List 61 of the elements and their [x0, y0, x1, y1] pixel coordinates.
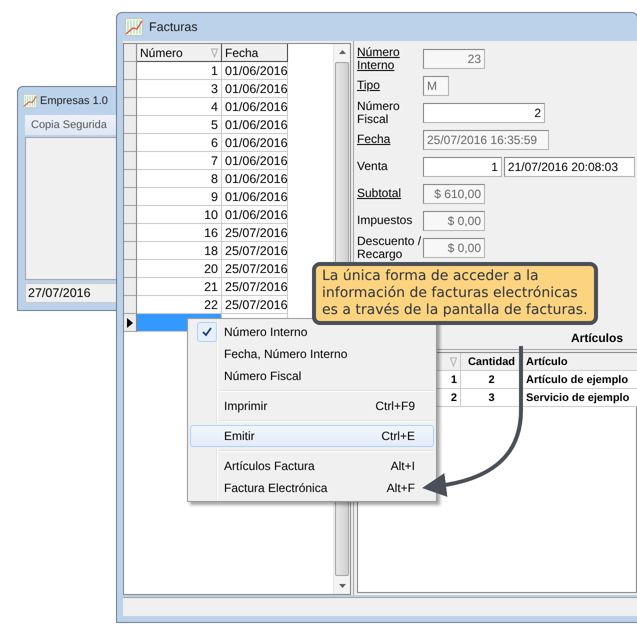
table-cell: 01/06/2016	[222, 188, 288, 206]
table-cell: 21	[137, 278, 222, 296]
scroll-up-icon	[338, 50, 346, 54]
sort-icon	[450, 356, 457, 366]
menu-item[interactable]: Factura Electrónica Alt+F	[190, 477, 434, 499]
table-cell: 01/06/2016	[222, 98, 288, 116]
field-label: Subtotal	[357, 187, 402, 200]
table-cell: 9	[137, 188, 222, 206]
table-cell: 8	[137, 170, 222, 188]
table-cell: 10	[137, 206, 222, 224]
app-icon	[23, 94, 37, 108]
table-cell: 01/06/2016	[222, 80, 288, 98]
scroll-down-icon	[338, 584, 346, 588]
column-header[interactable]: Artículo	[523, 353, 637, 371]
table-cell: 4	[137, 98, 222, 116]
table-cell: 3	[137, 80, 222, 98]
row-header[interactable]	[124, 314, 137, 332]
table-cell: 6	[137, 134, 222, 152]
table-cell: 16	[137, 224, 222, 242]
table-cell: 01/06/2016	[222, 206, 288, 224]
menu-item[interactable]: Emitir Ctrl+E	[190, 425, 434, 447]
table-cell: 5	[137, 116, 222, 134]
field-label: Número Fiscal	[357, 100, 401, 126]
table-cell: 25/07/2016	[222, 242, 288, 260]
field-label: Número Interno	[357, 46, 401, 72]
table-cell: 25/07/2016	[222, 278, 288, 296]
table-cell: Artículo de ejemplo	[523, 371, 637, 389]
menu-item[interactable]: Artículos Factura Alt+I	[190, 455, 434, 477]
table-cell: 01/06/2016	[222, 152, 288, 170]
table-cell: 18	[137, 242, 222, 260]
table-cell: 20	[137, 260, 222, 278]
column-header[interactable]: Fecha	[222, 44, 288, 62]
field-label: Venta	[357, 160, 389, 173]
menu-item[interactable]: Fecha, Número Interno	[190, 343, 434, 365]
app-icon	[125, 18, 143, 36]
table-cell: 01/06/2016	[222, 170, 288, 188]
table-cell: 7	[137, 152, 222, 170]
table-cell: Servicio de ejemplo	[523, 389, 637, 407]
table-cell: 25/07/2016	[222, 296, 288, 314]
input-field[interactable]: 1	[423, 156, 502, 176]
sort-icon	[211, 48, 218, 58]
table-cell: 22	[137, 296, 222, 314]
field-label: Fecha	[357, 133, 392, 146]
column-header[interactable]: Número	[137, 44, 222, 62]
table-cell: 25/07/2016	[222, 260, 288, 278]
table-cell: 25/07/2016	[222, 224, 288, 242]
field-label: Descuento / Recargo	[357, 234, 422, 260]
table-cell: 1	[137, 62, 222, 80]
field-label: Impuestos	[357, 214, 414, 227]
status-date: 27/07/2016	[25, 283, 119, 303]
input-field[interactable]: 21/07/2016 20:08:03	[504, 156, 635, 176]
menu-item[interactable]: Copia Segurida	[25, 115, 119, 135]
table-cell: 01/06/2016	[222, 134, 288, 152]
table-cell: 01/06/2016	[222, 116, 288, 134]
table-cell: 01/06/2016	[222, 62, 288, 80]
window-title: Empresas 1.0	[40, 95, 108, 107]
checkmark-icon	[202, 327, 212, 337]
field-label: Tipo	[357, 79, 381, 92]
input-field[interactable]: 2	[423, 102, 545, 122]
window-title: Facturas	[149, 20, 198, 34]
callout-note: La única forma de acceder a la información de facturas electrónicas es a través de la pantalla de facturas.	[312, 262, 598, 325]
